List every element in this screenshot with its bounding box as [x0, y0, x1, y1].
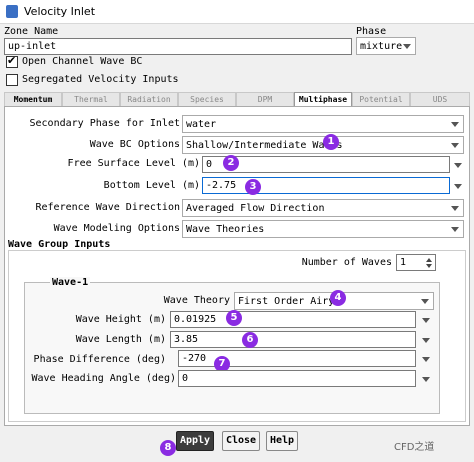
- watermark: CFD之道: [394, 442, 435, 453]
- chevron-down-icon[interactable]: [422, 318, 430, 323]
- bottom-level-field[interactable]: -2.75: [202, 177, 450, 194]
- chevron-down-icon[interactable]: [422, 357, 430, 362]
- zone-name-field[interactable]: up-inlet: [4, 38, 352, 55]
- open-channel-checkbox[interactable]: [6, 54, 18, 68]
- wave-group-title: Wave Group Inputs: [8, 239, 111, 250]
- chevron-down-icon: [451, 227, 459, 232]
- annotation-badge: 5: [226, 310, 242, 326]
- wave-bc-label: Wave BC Options: [89, 139, 180, 150]
- secondary-phase-value: water: [186, 119, 217, 130]
- annotation-badge: 4: [330, 290, 346, 306]
- wave-height-label: Wave Height (m): [75, 314, 166, 325]
- chevron-down-icon: [451, 143, 459, 148]
- spin-down-icon[interactable]: [426, 264, 432, 268]
- tab-uds[interactable]: UDS: [410, 92, 470, 106]
- ref-direction-value: Averaged Flow Direction: [186, 203, 325, 214]
- heading-field[interactable]: 0: [178, 370, 416, 387]
- modeling-value: Wave Theories: [186, 224, 265, 235]
- free-surface-label: Free Surface Level (m): [67, 158, 200, 169]
- wave-length-label: Wave Length (m): [75, 334, 166, 345]
- tab-species[interactable]: Species: [178, 92, 236, 106]
- segregated-checkbox[interactable]: [6, 74, 18, 86]
- modeling-dropdown[interactable]: Wave Theories: [182, 220, 464, 238]
- title-bar: Velocity Inlet: [0, 0, 474, 24]
- chevron-down-icon[interactable]: [454, 184, 462, 189]
- phase-diff-label: Phase Difference (deg): [33, 354, 166, 365]
- tab-radiation[interactable]: Radiation: [120, 92, 178, 106]
- chevron-down-icon: [451, 122, 459, 127]
- num-waves-field[interactable]: 1: [396, 254, 436, 271]
- num-waves-label: Number of Waves: [301, 257, 392, 268]
- phase-dropdown[interactable]: mixture: [356, 37, 416, 55]
- window-title: Velocity Inlet: [24, 5, 96, 18]
- wave-bc-value: Shallow/Intermediate Waves: [186, 140, 343, 151]
- wave-length-field[interactable]: 3.85: [170, 331, 416, 348]
- wave-1-title: Wave-1: [50, 277, 91, 288]
- bottom-level-label: Bottom Level (m): [103, 180, 200, 191]
- open-channel-label: Open Channel Wave BC: [22, 56, 143, 67]
- chevron-down-icon[interactable]: [454, 163, 462, 168]
- apply-button[interactable]: Apply: [176, 431, 214, 451]
- app-icon: [6, 5, 18, 18]
- num-waves-value: 1: [400, 257, 407, 268]
- chevron-down-icon: [451, 206, 459, 211]
- phase-value: mixture: [360, 41, 403, 52]
- tab-bar: Momentum Thermal Radiation Species DPM M…: [4, 92, 470, 107]
- annotation-badge: 1: [323, 134, 339, 150]
- ref-direction-dropdown[interactable]: Averaged Flow Direction: [182, 199, 464, 217]
- ref-direction-label: Reference Wave Direction: [35, 202, 181, 213]
- spin-up-icon[interactable]: [426, 258, 432, 262]
- tab-momentum[interactable]: Momentum: [4, 92, 62, 106]
- tab-potential[interactable]: Potential: [352, 92, 410, 106]
- tab-thermal[interactable]: Thermal: [62, 92, 120, 106]
- annotation-badge: 6: [242, 332, 258, 348]
- tab-dpm[interactable]: DPM: [236, 92, 294, 106]
- chevron-down-icon: [403, 44, 411, 49]
- zone-name-label: Zone Name: [4, 26, 59, 37]
- segregated-label: Segregated Velocity Inputs: [22, 74, 179, 85]
- annotation-badge: 8: [160, 440, 176, 456]
- wave-theory-value: First Order Airy: [238, 296, 335, 307]
- chevron-down-icon: [421, 299, 429, 304]
- wave-theory-label: Wave Theory: [163, 295, 230, 306]
- annotation-badge: 2: [223, 155, 239, 171]
- secondary-phase-dropdown[interactable]: water: [182, 115, 464, 133]
- help-button[interactable]: Help: [266, 431, 298, 451]
- chevron-down-icon[interactable]: [422, 338, 430, 343]
- free-surface-field[interactable]: 0: [202, 156, 450, 173]
- secondary-phase-label: Secondary Phase for Inlet: [29, 118, 180, 129]
- close-button[interactable]: Close: [222, 431, 260, 451]
- chevron-down-icon[interactable]: [422, 377, 430, 382]
- modeling-label: Wave Modeling Options: [53, 223, 180, 234]
- tab-multiphase[interactable]: Multiphase: [294, 92, 352, 107]
- heading-label: Wave Heading Angle (deg): [31, 373, 177, 384]
- phase-label: Phase: [356, 26, 387, 37]
- annotation-badge: 3: [245, 179, 261, 195]
- wave-height-field[interactable]: 0.01925: [170, 311, 416, 328]
